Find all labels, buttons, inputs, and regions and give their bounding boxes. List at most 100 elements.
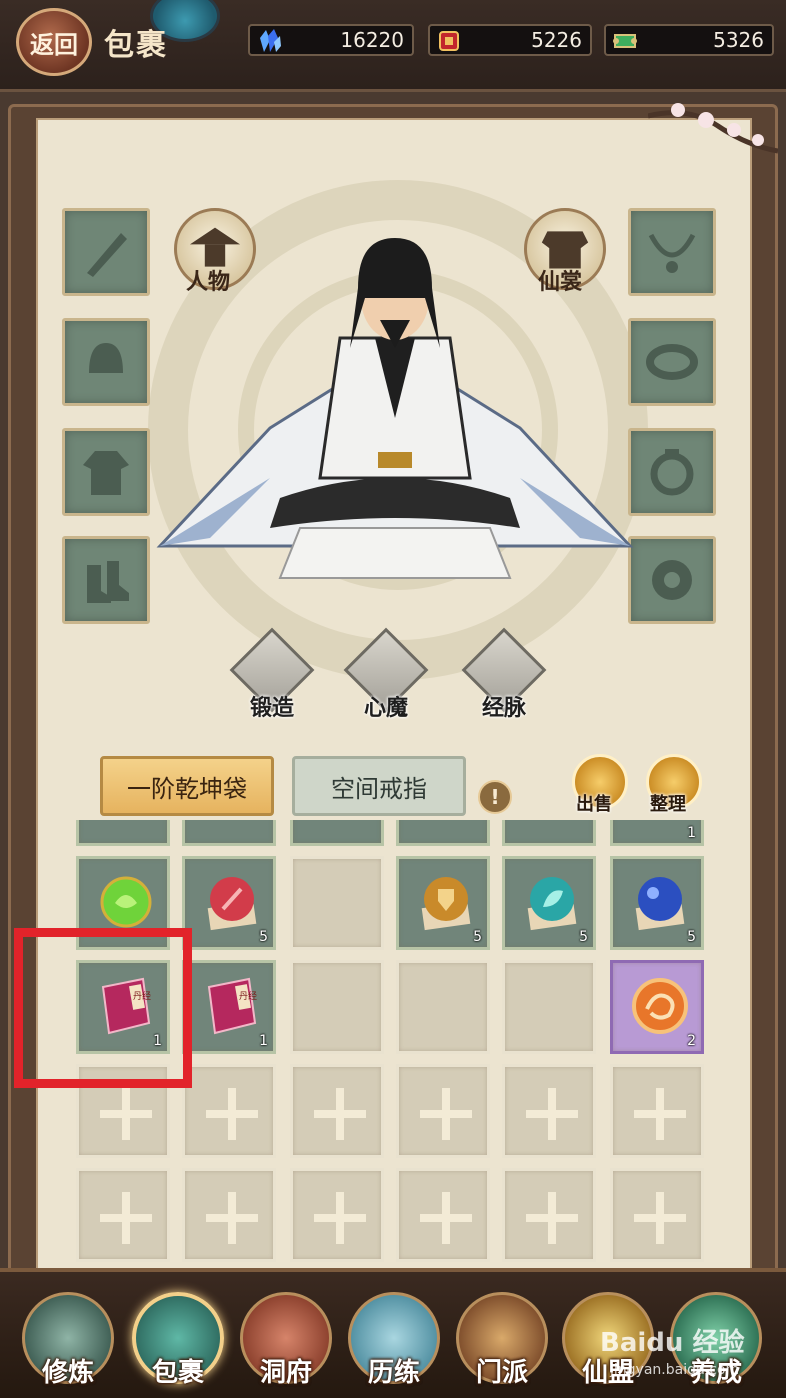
- plus-icon: [100, 1192, 152, 1244]
- crystal-icon: [260, 29, 281, 52]
- watermark: Baidu 经验: [600, 1328, 745, 1358]
- heart-demon-label: 心魔: [363, 695, 408, 721]
- locked-slot[interactable]: [610, 1064, 704, 1158]
- meridian-label: 经脉: [481, 695, 526, 721]
- scroll-count: 5326: [713, 28, 764, 52]
- heart-demon-button[interactable]: 心魔: [343, 627, 429, 724]
- item-count: 5: [259, 929, 268, 945]
- info-icon[interactable]: !: [478, 780, 512, 814]
- plus-icon: [634, 1088, 686, 1140]
- inventory-cell[interactable]: [502, 820, 596, 846]
- equip-slot-ring[interactable]: [628, 428, 716, 516]
- inventory-cell[interactable]: 5: [502, 856, 596, 950]
- equip-slot-weapon[interactable]: [62, 208, 150, 296]
- locked-slot[interactable]: [182, 1168, 276, 1262]
- nav-bag-label: 包裹: [151, 1358, 204, 1388]
- plus-icon: [420, 1192, 472, 1244]
- locked-slot[interactable]: [290, 1168, 384, 1262]
- sell-label: 出售: [576, 794, 612, 815]
- tab-space-ring[interactable]: 空间戒指: [292, 756, 466, 816]
- locked-slot[interactable]: [290, 1064, 384, 1158]
- nav-training-label: 历练: [367, 1358, 420, 1388]
- inventory-cell[interactable]: 5: [182, 856, 276, 950]
- item-count: 5: [579, 929, 588, 945]
- plum-blossom-icon: [648, 103, 778, 154]
- inventory-cell-empty[interactable]: [290, 960, 384, 1054]
- item-count: 1: [687, 825, 696, 841]
- tab-qiankun-bag[interactable]: 一阶乾坤袋: [100, 756, 274, 816]
- necklace-icon: [648, 233, 696, 273]
- crystal-count: 16220: [340, 28, 404, 52]
- plus-icon: [206, 1192, 258, 1244]
- equip-slot-helmet[interactable]: [62, 318, 150, 406]
- green-scroll-icon: [613, 34, 637, 48]
- green-spirit-orb-icon: [100, 876, 152, 928]
- gold-shield-orb-icon: [421, 877, 471, 931]
- inventory-cell[interactable]: [396, 820, 490, 846]
- sort-label: 整理: [650, 794, 686, 815]
- ring-icon: [650, 449, 694, 496]
- inventory-cell[interactable]: 5: [610, 856, 704, 950]
- meridian-button[interactable]: 经脉: [461, 627, 547, 724]
- inventory-cell[interactable]: [290, 820, 384, 846]
- currency-crystal: 16220: [248, 24, 414, 56]
- nav-cultivate-label: 修炼: [41, 1358, 94, 1388]
- equip-slot-boots[interactable]: [62, 536, 150, 624]
- watermark-url: jingyan.baidu.com: [610, 1362, 740, 1378]
- jade-icon: [652, 560, 692, 600]
- plus-icon: [314, 1088, 366, 1140]
- plus-icon: [526, 1192, 578, 1244]
- item-count: 5: [473, 929, 482, 945]
- equip-slot-bracelet[interactable]: [628, 318, 716, 406]
- plus-icon: [420, 1088, 472, 1140]
- locked-slot[interactable]: [76, 1168, 170, 1262]
- equip-slot-necklace[interactable]: [628, 208, 716, 296]
- pill-scripture-book-icon: 丹经: [207, 977, 257, 1035]
- item-count: 5: [687, 929, 696, 945]
- robe-icon: [83, 451, 129, 495]
- item-count: 1: [259, 1033, 268, 1049]
- inventory-cell-empty[interactable]: [396, 960, 490, 1054]
- bracelet-icon: [646, 344, 698, 380]
- nav-sect-label: 门派: [475, 1358, 528, 1388]
- plus-icon: [526, 1088, 578, 1140]
- nav-cave-dwelling-label: 洞府: [259, 1358, 312, 1388]
- inventory-cell[interactable]: 2: [610, 960, 704, 1054]
- teal-leaf-orb-icon: [527, 877, 577, 931]
- inventory-cell[interactable]: 5: [396, 856, 490, 950]
- locked-slot[interactable]: [396, 1168, 490, 1262]
- helmet-icon: [89, 343, 123, 373]
- inventory-cell-empty[interactable]: [290, 856, 384, 950]
- plus-icon: [100, 1088, 152, 1140]
- locked-slot[interactable]: [502, 1168, 596, 1262]
- inventory-cell[interactable]: [76, 820, 170, 846]
- inventory-cell[interactable]: [182, 820, 276, 846]
- inventory-cell[interactable]: 丹经 1: [182, 960, 276, 1054]
- forge-button[interactable]: 锻造: [229, 627, 315, 724]
- red-seal-icon: [439, 31, 459, 51]
- sword-icon: [87, 233, 127, 277]
- currency-scroll: 5326: [604, 24, 774, 56]
- top-bar: 返回 包裹 16220 5226 5326: [0, 0, 786, 92]
- blue-dragon-orb-icon: [635, 877, 685, 931]
- highlight-annotation: [14, 928, 192, 1088]
- locked-slot[interactable]: [502, 1064, 596, 1158]
- back-button[interactable]: 返回: [16, 8, 92, 76]
- plus-icon: [634, 1192, 686, 1244]
- red-sword-orb-icon: [207, 877, 257, 931]
- inventory-cell-empty[interactable]: [502, 960, 596, 1054]
- equip-slot-jade[interactable]: [628, 536, 716, 624]
- book-title-text: 丹经: [239, 990, 257, 1002]
- locked-slot[interactable]: [610, 1168, 704, 1262]
- inventory-cell[interactable]: 1: [610, 820, 704, 846]
- locked-slot[interactable]: [396, 1064, 490, 1158]
- currency-seal: 5226: [428, 24, 592, 56]
- dragon-token-icon: [632, 978, 688, 1034]
- item-count: 2: [687, 1033, 696, 1049]
- equip-slot-robe[interactable]: [62, 428, 150, 516]
- boots-icon: [87, 561, 129, 603]
- plus-icon: [314, 1192, 366, 1244]
- plus-icon: [206, 1088, 258, 1140]
- character-figure: [156, 238, 634, 579]
- locked-slot[interactable]: [182, 1064, 276, 1158]
